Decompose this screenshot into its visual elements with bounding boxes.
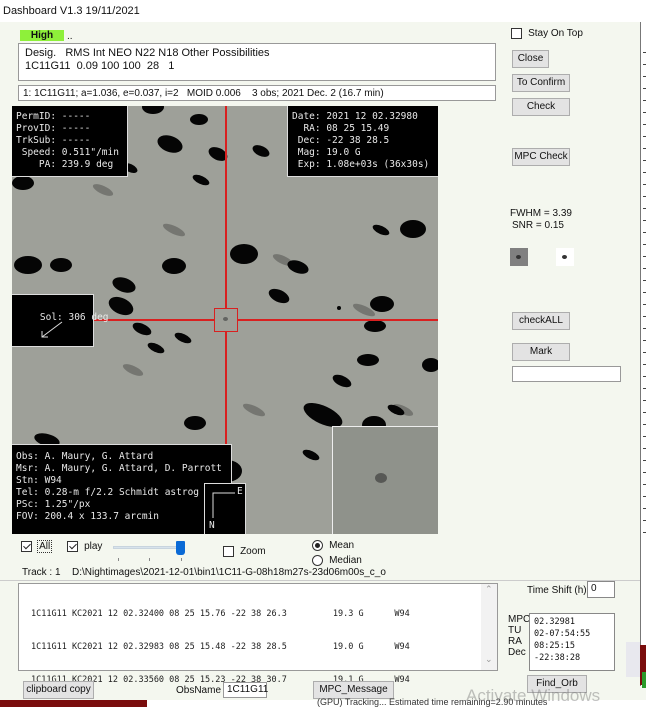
designation-box: Desig. RMS Int NEO N22 N18 Other Possibi… <box>18 43 496 81</box>
track-label: Track : 1 <box>22 567 61 578</box>
psf-thumbnail-fit <box>556 248 574 266</box>
all-checkbox[interactable]: All <box>21 540 53 553</box>
mean-radio-button[interactable] <box>312 539 323 551</box>
all-check-box[interactable] <box>21 540 32 552</box>
target-box <box>214 308 238 332</box>
status-bar-fragment <box>0 700 147 707</box>
mark-button[interactable]: Mark <box>512 343 570 361</box>
mean-label: Mean <box>329 540 355 551</box>
median-label: Median <box>329 555 362 566</box>
observer-info-overlay: Obs: A. Maury, G. Attard Msr: A. Maury, … <box>12 444 232 534</box>
priority-dots: .. <box>67 31 73 42</box>
designation-header: Desig. RMS Int NEO N22 N18 Other Possibi… <box>25 47 270 59</box>
mpc-labels: MPC TU RA Dec <box>508 614 530 658</box>
compass-overlay: E N <box>204 483 246 534</box>
check-all-button[interactable]: checkALL <box>512 312 570 330</box>
orbit-summary: 1: 1C11G11; a=1.036, e=0.037, i=2 MOID 0… <box>18 85 496 101</box>
fwhm-value: FWHM = 3.39 <box>510 208 572 219</box>
mean-radio[interactable]: Mean <box>312 539 354 551</box>
file-path: D:\Nightimages\2021-12-01\bin1\1C11-G-08… <box>72 567 386 578</box>
scroll-down-icon[interactable]: ⌄ <box>485 654 493 665</box>
observation-row[interactable]: 1C11G11 KC2021 12 02.32983 08 25 15.48 -… <box>31 642 497 653</box>
compass-north-label: N <box>209 520 215 531</box>
close-button[interactable]: Close <box>512 50 549 68</box>
ra-label: RA <box>508 636 522 647</box>
obs-info-overlay: Date: 2021 12 02.32980 RA: 08 25 15.49 D… <box>287 106 438 177</box>
time-shift-input[interactable]: 0 <box>587 581 615 598</box>
time-shift-label: Time Shift (h) <box>527 585 587 596</box>
observations-scrollbar[interactable]: ⌃ ⌄ <box>481 584 497 670</box>
all-label: All <box>37 540 53 553</box>
play-label: play <box>84 541 103 552</box>
obsname-input[interactable]: 1C11G11 <box>223 682 268 698</box>
frame-slider-thumb[interactable] <box>176 541 185 555</box>
mpc-label: MPC <box>508 614 531 625</box>
mpc-values-box[interactable]: 02.32981 02-07:54:55 08:25:15 -22:38:28 <box>529 613 615 671</box>
background-window-edge <box>640 22 646 686</box>
median-radio[interactable]: Median <box>312 554 362 566</box>
stay-on-top-label: Stay On Top <box>528 28 583 39</box>
separator <box>0 580 640 581</box>
zoom-checkbox[interactable]: Zoom <box>223 545 266 557</box>
scroll-up-icon[interactable]: ⌃ <box>485 584 493 595</box>
zoom-check-box[interactable] <box>223 545 234 557</box>
designation-row: 1C11G11 0.09 100 100 28 1 <box>25 60 175 72</box>
psf-thumbnail-raw <box>510 248 528 266</box>
clipboard-copy-button[interactable]: clipboard copy <box>23 681 94 699</box>
observations-list[interactable]: 1C11G11 KC2021 12 02.32400 08 25 15.76 -… <box>18 583 498 685</box>
frame-slider[interactable] <box>113 546 183 549</box>
zoom-label: Zoom <box>240 546 266 557</box>
tu-label: TU <box>508 625 522 636</box>
observation-row[interactable]: 1C11G11 KC2021 12 02.32400 08 25 15.76 -… <box>31 609 497 620</box>
sol-overlay: Sol: 306 deg <box>12 294 109 347</box>
window-title: Dashboard V1.3 19/11/2021 <box>3 5 140 17</box>
play-check-box[interactable] <box>67 540 78 552</box>
priority-badge: High <box>20 30 64 41</box>
sun-direction-arrow-icon <box>41 321 63 338</box>
fwhm-snr-readout: FWHM = 3.39 SNR = 0.15 <box>510 208 572 232</box>
background-window-fragment <box>626 642 640 677</box>
to-confirm-button[interactable]: To Confirm <box>512 74 570 92</box>
check-button[interactable]: Check <box>512 98 570 116</box>
snr-value: SNR = 0.15 <box>512 220 564 231</box>
median-radio-button[interactable] <box>312 554 323 566</box>
id-info-overlay: PermID: ----- ProvID: ----- TrkSub: ----… <box>12 106 128 177</box>
activate-windows-watermark: Activate Windows <box>466 686 601 705</box>
mpc-check-button[interactable]: MPC Check <box>512 148 570 166</box>
stay-on-top-box[interactable] <box>511 27 522 39</box>
window-title-bar: Dashboard V1.3 19/11/2021 <box>0 0 646 22</box>
background-window-fragment <box>642 672 646 688</box>
compass-east-label: E <box>237 486 243 497</box>
stay-on-top-checkbox[interactable]: Stay On Top <box>511 27 583 39</box>
astro-image-viewer[interactable]: PermID: ----- ProvID: ----- TrkSub: ----… <box>12 106 438 534</box>
obsname-label: ObsName <box>176 685 222 696</box>
play-checkbox[interactable]: play <box>67 540 102 552</box>
zoom-inset <box>332 426 438 534</box>
dec-label: Dec <box>508 647 526 658</box>
mark-input[interactable] <box>512 366 621 382</box>
